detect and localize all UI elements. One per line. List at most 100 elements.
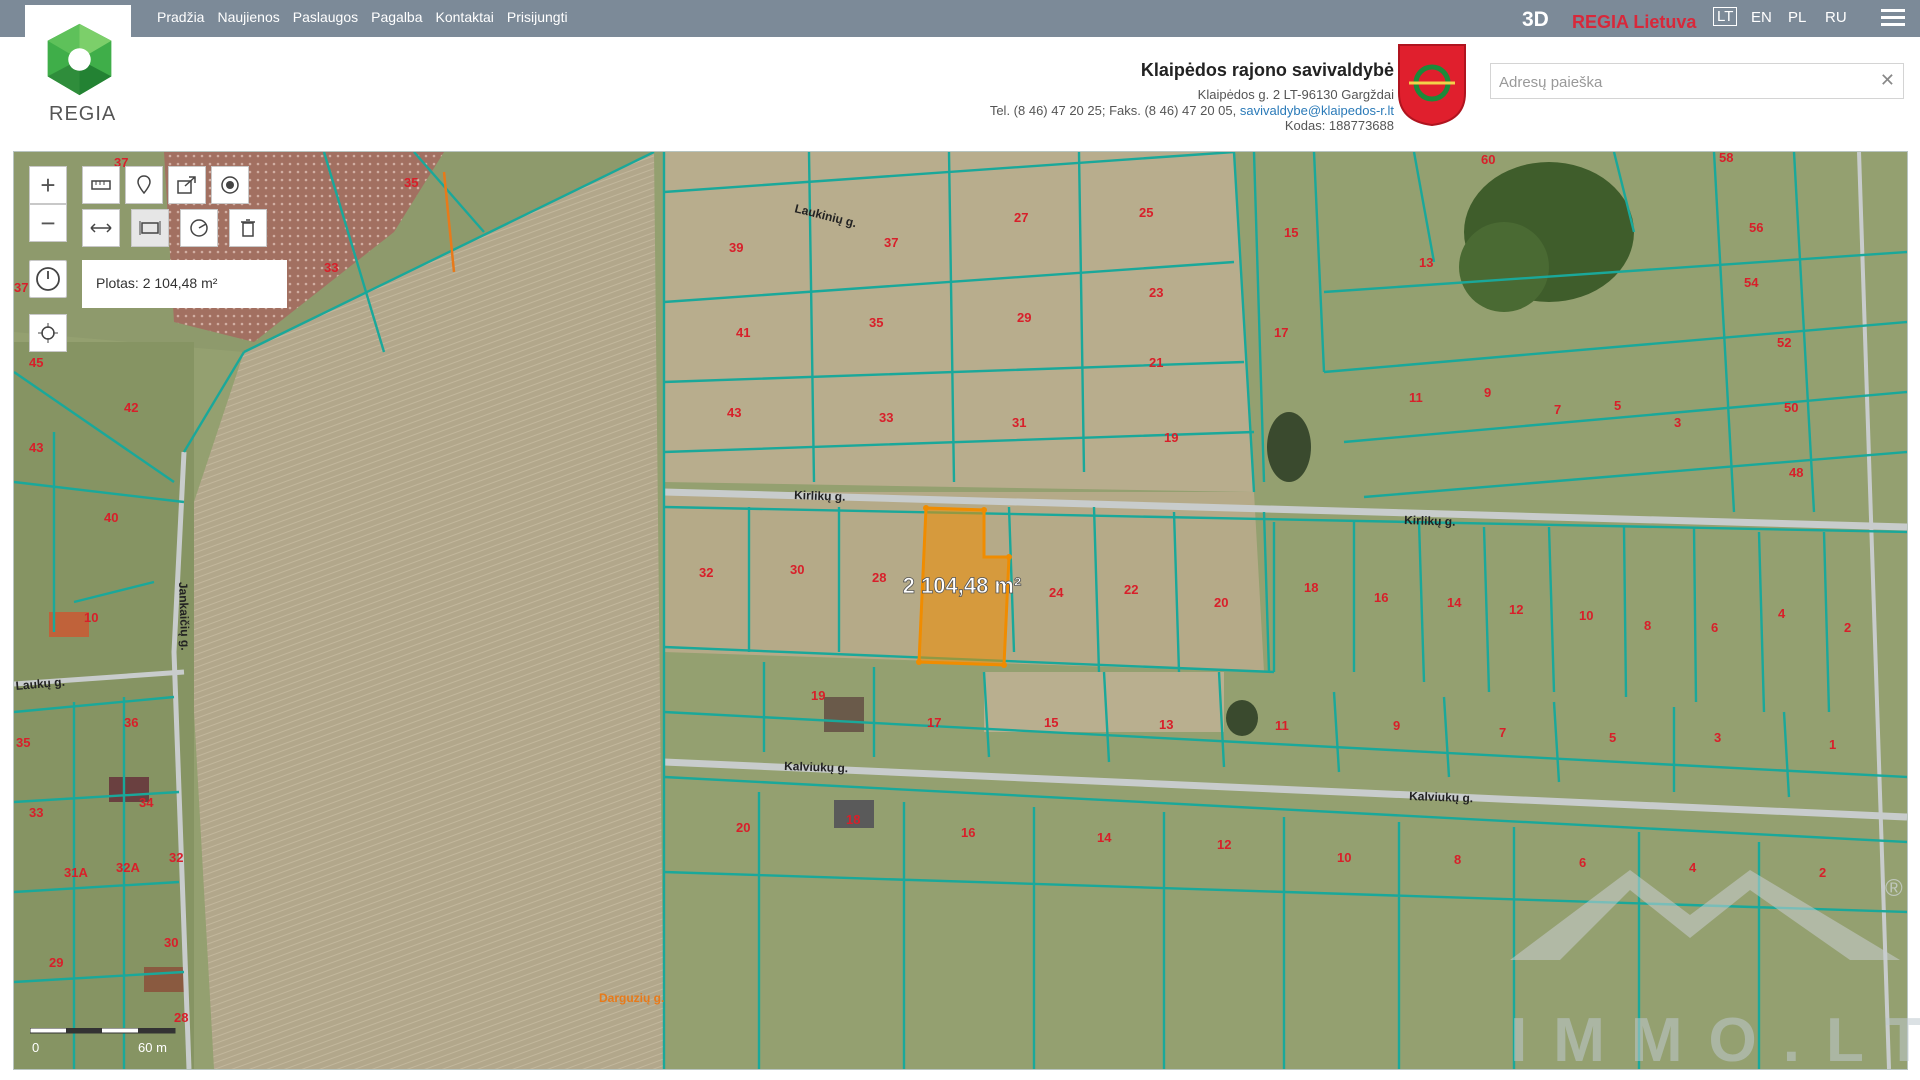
parcel-number: 11 [1409, 390, 1423, 405]
parcel-number: 18 [846, 812, 860, 827]
coat-of-arms-icon [1398, 44, 1466, 127]
3d-button[interactable]: 3D [1522, 8, 1549, 32]
parcel-number: 3 [1714, 730, 1721, 745]
nav-item-paslaugos[interactable]: Paslaugos [293, 9, 358, 25]
parcel-number: 31A [64, 865, 88, 880]
parcel-number: 52 [1777, 335, 1791, 350]
parcel-number: 20 [1214, 595, 1228, 610]
street-label: Jankaičių g. [176, 582, 192, 651]
clear-search-icon[interactable]: ✕ [1880, 70, 1895, 91]
parcel-number: 16 [1374, 590, 1388, 605]
measure-ruler-icon[interactable] [82, 166, 120, 204]
parcel-number: 15 [1284, 225, 1298, 240]
nav-item-pagalba[interactable]: Pagalba [371, 9, 422, 25]
clock-icon[interactable] [29, 260, 67, 298]
parcel-number: 33 [29, 805, 43, 820]
parcel-number: 21 [1149, 355, 1163, 370]
parcel-number: 10 [84, 610, 98, 625]
parcel-number: 1 [1829, 737, 1836, 752]
lang-pl[interactable]: PL [1788, 9, 1806, 26]
parcel-number: 16 [961, 825, 975, 840]
lang-lt[interactable]: LT [1713, 7, 1738, 26]
street-label: Kirlikų g. [794, 488, 846, 504]
menu-icon[interactable] [1881, 9, 1905, 29]
area-result-panel: Plotas: 2 104,48 m² [82, 260, 287, 308]
nav-item-pradzia[interactable]: Pradžia [157, 9, 204, 25]
parcel-number: 30 [164, 935, 178, 950]
parcel-number: 23 [1149, 285, 1163, 300]
nav-item-naujienos[interactable]: Naujienos [217, 9, 279, 25]
nav-item-kontaktai[interactable]: Kontaktai [436, 9, 494, 25]
measure-radius-icon[interactable] [180, 209, 218, 247]
parcel-number: 41 [736, 325, 750, 340]
parcel-number: 9 [1393, 718, 1400, 733]
selected-area-label: 2 104,48 m² [903, 573, 1022, 598]
parcel-number: 32A [116, 860, 140, 875]
geolocate-icon[interactable] [29, 314, 67, 352]
street-label: Kalviukų g. [784, 759, 848, 775]
parcel-number: 36 [124, 715, 138, 730]
top-bar: Pradžia Naujienos Paslaugos Pagalba Kont… [0, 0, 1920, 37]
street-label: Kirlikų g. [1404, 513, 1456, 529]
parcel-number: 15 [1044, 715, 1058, 730]
parcel-number: 58 [1719, 152, 1733, 165]
lang-ru[interactable]: RU [1825, 9, 1847, 26]
parcel-number: 40 [104, 510, 118, 525]
parcel-number: 33 [879, 410, 893, 425]
watermark-text: IMMO.LT [1510, 1006, 1920, 1075]
municipality-name: Klaipėdos rajono savivaldybė [1140, 60, 1394, 80]
parcel-number: 48 [1789, 465, 1803, 480]
parcel-number: 31 [1012, 415, 1026, 430]
regia-lietuva-link[interactable]: REGIA Lietuva [1572, 12, 1696, 33]
nav-item-prisijungti[interactable]: Prisijungti [507, 9, 568, 25]
parcel-number: 37 [14, 280, 28, 295]
parcel-number: 2 [1844, 620, 1851, 635]
parcel-number: 20 [736, 820, 750, 835]
address-search: ✕ [1490, 63, 1904, 100]
address-search-input[interactable] [1491, 64, 1871, 100]
main-nav: Pradžia Naujienos Paslaugos Pagalba Kont… [157, 9, 581, 25]
parcel-number: 9 [1484, 385, 1491, 400]
parcel-number: 7 [1554, 402, 1561, 417]
parcel-number: 10 [1579, 608, 1593, 623]
parcel-number: 60 [1481, 152, 1495, 167]
parcel-number: 35 [869, 315, 883, 330]
parcel-number: 37 [884, 235, 898, 250]
parcel-number: 7 [1499, 725, 1506, 740]
share-icon[interactable] [168, 166, 206, 204]
parcel-number: 22 [1124, 582, 1138, 597]
location-pin-icon[interactable] [125, 166, 163, 204]
parcel-number: 3 [1674, 415, 1681, 430]
parcel-number: 28 [174, 1010, 188, 1025]
parcel-number: 42 [124, 400, 138, 415]
parcel-number: 45 [29, 355, 43, 370]
zoom-in-button[interactable]: + [29, 166, 67, 204]
target-icon[interactable] [211, 166, 249, 204]
scale-max: 60 m [138, 1040, 167, 1055]
scale-bar: 0 60 m [29, 1027, 180, 1063]
municipality-code: Kodas: 188773688 [1284, 118, 1394, 133]
zoom-out-button[interactable]: − [29, 204, 67, 242]
parcel-number: 10 [1337, 850, 1351, 865]
parcel-number: 19 [1164, 430, 1178, 445]
parcel-number: 19 [811, 688, 825, 703]
municipality-contacts: Tel. (8 46) 47 20 25; Faks. (8 46) 47 20… [990, 103, 1394, 118]
parcel-number: 17 [1274, 325, 1288, 340]
measure-area-icon[interactable] [131, 209, 169, 247]
parcel-number: 13 [1419, 255, 1433, 270]
parcel-number: 8 [1644, 618, 1651, 633]
municipality-email-link[interactable]: savivaldybe@klaipedos-r.lt [1240, 103, 1394, 118]
street-label: Kalviukų g. [1409, 789, 1473, 805]
lang-en[interactable]: EN [1751, 9, 1772, 26]
parcel-number: 14 [1447, 595, 1462, 610]
trash-icon[interactable] [229, 209, 267, 247]
parcel-number: 25 [1139, 205, 1153, 220]
parcel-number: 27 [1014, 210, 1028, 225]
parcel-number: 18 [1304, 580, 1318, 595]
parcel-number: 35 [404, 175, 418, 190]
registered-mark: ® [1885, 875, 1903, 902]
regia-logo-icon[interactable] [42, 22, 117, 97]
parcel-number: 5 [1609, 730, 1616, 745]
parcel-number: 35 [16, 735, 30, 750]
measure-distance-icon[interactable] [82, 209, 120, 247]
